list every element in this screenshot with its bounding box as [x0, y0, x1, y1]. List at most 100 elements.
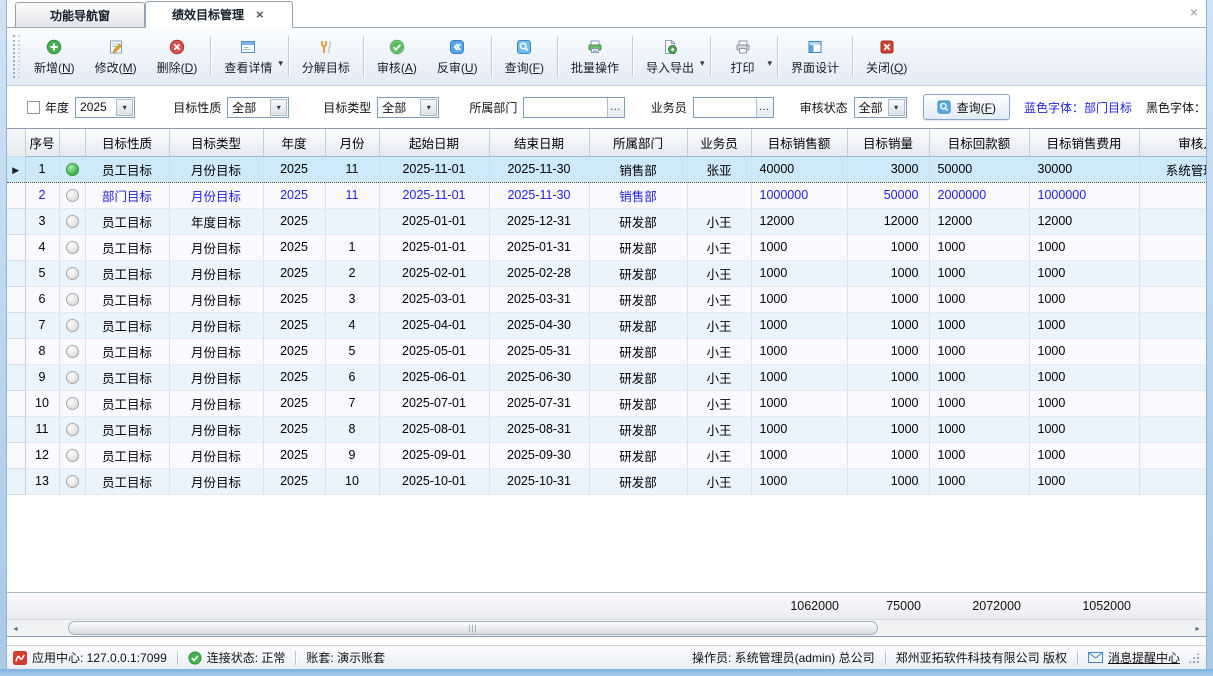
resize-grip[interactable]: [1188, 652, 1200, 664]
query-button[interactable]: 查询(F): [495, 31, 554, 82]
window-close-icon[interactable]: ×: [1190, 4, 1198, 20]
unaudit-button[interactable]: 反审(U): [427, 31, 488, 82]
delete-button[interactable]: 删除(D): [147, 31, 208, 82]
message-center-link[interactable]: 消息提醒中心: [1108, 649, 1180, 666]
table-row[interactable]: 12员工目标月份目标202592025-09-012025-09-30研发部小王…: [7, 442, 1206, 468]
toolbar-separator: [852, 36, 853, 77]
ui-design-button[interactable]: 界面设计: [781, 31, 849, 82]
table-row[interactable]: 9员工目标月份目标202562025-06-012025-06-30研发部小王1…: [7, 364, 1206, 390]
table-row[interactable]: 11员工目标月份目标202582025-08-012025-08-31研发部小王…: [7, 416, 1206, 442]
audit-status-select[interactable]: 全部 ▾: [854, 97, 907, 118]
table-row[interactable]: ▶1员工目标月份目标2025112025-11-012025-11-30销售部张…: [7, 156, 1206, 182]
col-header-collection[interactable]: 目标回款额: [929, 129, 1029, 156]
cell-auditor: [1139, 312, 1206, 338]
target-type-select[interactable]: 全部 ▾: [377, 97, 439, 118]
table-row[interactable]: 6员工目标月份目标202532025-03-012025-03-31研发部小王1…: [7, 286, 1206, 312]
scroll-right-icon[interactable]: ▸: [1189, 620, 1206, 636]
row-selector[interactable]: [7, 260, 25, 286]
row-selector[interactable]: [7, 182, 25, 208]
audit-button[interactable]: 审核(A): [367, 31, 427, 82]
edit-button[interactable]: 修改(M): [85, 31, 147, 82]
row-selector[interactable]: [7, 208, 25, 234]
row-selector[interactable]: [7, 442, 25, 468]
row-selector[interactable]: [7, 338, 25, 364]
row-selector[interactable]: [7, 416, 25, 442]
row-selector[interactable]: [7, 468, 25, 494]
cell-dept: 研发部: [589, 442, 687, 468]
col-header-seq[interactable]: 序号: [25, 129, 59, 156]
table-row[interactable]: 7员工目标月份目标202542025-04-012025-04-30研发部小王1…: [7, 312, 1206, 338]
col-header-salesman[interactable]: 业务员: [687, 129, 751, 156]
col-header-status[interactable]: [59, 129, 85, 156]
table-row[interactable]: 8员工目标月份目标202552025-05-012025-05-31研发部小王1…: [7, 338, 1206, 364]
printer-icon: [735, 38, 751, 56]
chevron-down-icon[interactable]: ▾: [768, 58, 773, 69]
cell-nature: 员工目标: [85, 364, 169, 390]
scrollbar-thumb[interactable]: |||: [68, 621, 878, 635]
cell-collection: 1000: [929, 468, 1029, 494]
batch-operation-button[interactable]: 批量操作: [561, 31, 629, 82]
horizontal-scrollbar[interactable]: ◂ ||| ▸: [7, 619, 1206, 636]
cell-dept: 研发部: [589, 364, 687, 390]
table-row[interactable]: 10员工目标月份目标202572025-07-012025-07-31研发部小王…: [7, 390, 1206, 416]
col-header-dept[interactable]: 所属部门: [589, 129, 687, 156]
salesman-input[interactable]: …: [693, 97, 774, 118]
row-selector[interactable]: [7, 234, 25, 260]
col-header-year[interactable]: 年度: [263, 129, 325, 156]
table-row[interactable]: 5员工目标月份目标202522025-02-012025-02-28研发部小王1…: [7, 260, 1206, 286]
tab-function-nav[interactable]: 功能导航窗: [15, 2, 145, 27]
target-nature-select[interactable]: 全部 ▾: [227, 97, 289, 118]
year-checkbox[interactable]: [27, 101, 40, 114]
cell-dept: 研发部: [589, 286, 687, 312]
row-selector[interactable]: [7, 312, 25, 338]
print-button[interactable]: 打印: [714, 36, 772, 78]
chevron-down-icon[interactable]: ▾: [420, 99, 437, 116]
row-selector[interactable]: [7, 390, 25, 416]
close-button[interactable]: 关闭(Q): [856, 31, 917, 82]
scroll-left-icon[interactable]: ◂: [7, 620, 24, 636]
col-header-auditor[interactable]: 审核人: [1139, 129, 1206, 156]
col-header-start-date[interactable]: 起始日期: [379, 129, 489, 156]
chevron-down-icon[interactable]: ▾: [278, 58, 283, 69]
col-header-type[interactable]: 目标类型: [169, 129, 263, 156]
row-selector[interactable]: ▶: [7, 156, 25, 182]
cell-expense: 1000: [1029, 468, 1139, 494]
col-header-sales-amount[interactable]: 目标销售额: [751, 129, 847, 156]
account-set-text: 账套: 演示账套: [306, 649, 385, 666]
chevron-down-icon[interactable]: ▾: [888, 99, 905, 116]
dept-label: 所属部门: [469, 99, 517, 116]
chevron-down-icon[interactable]: ▾: [116, 99, 133, 116]
col-header-sales-qty[interactable]: 目标销量: [847, 129, 929, 156]
chevron-down-icon[interactable]: ▾: [270, 99, 287, 116]
col-header-end-date[interactable]: 结束日期: [489, 129, 589, 156]
cell-expense: 1000: [1029, 234, 1139, 260]
table-row[interactable]: 4员工目标月份目标202512025-01-012025-01-31研发部小王1…: [7, 234, 1206, 260]
search-icon: [516, 38, 532, 56]
tab-performance-targets[interactable]: 绩效目标管理 ×: [145, 1, 293, 28]
scrollbar-track[interactable]: |||: [24, 620, 1189, 636]
cell-salesman: 小王: [687, 442, 751, 468]
table-row[interactable]: 13员工目标月份目标2025102025-10-012025-10-31研发部小…: [7, 468, 1206, 494]
tab-close-icon[interactable]: ×: [254, 7, 266, 22]
year-select[interactable]: 2025 ▾: [75, 97, 135, 118]
col-header-month[interactable]: 月份: [325, 129, 379, 156]
table-row[interactable]: 3员工目标年度目标20252025-01-012025-12-31研发部小王12…: [7, 208, 1206, 234]
cell-nature: 员工目标: [85, 312, 169, 338]
row-selector[interactable]: [7, 364, 25, 390]
search-button[interactable]: 查询(F): [923, 94, 1010, 120]
table-row[interactable]: 2部门目标月份目标2025112025-11-012025-11-30销售部10…: [7, 182, 1206, 208]
ellipsis-browse-icon[interactable]: …: [756, 98, 773, 117]
col-header-expense[interactable]: 目标销售费用: [1029, 129, 1139, 156]
view-detail-button[interactable]: 查看详情: [214, 36, 282, 78]
cell-start-date: 2025-11-01: [379, 156, 489, 182]
col-header-nature[interactable]: 目标性质: [85, 129, 169, 156]
chevron-down-icon[interactable]: ▾: [700, 58, 705, 69]
import-export-button[interactable]: 导入导出: [636, 36, 704, 78]
add-button[interactable]: 新增(N): [24, 31, 85, 82]
toolbar-drag-handle[interactable]: [13, 35, 20, 78]
decompose-target-button[interactable]: 分解目标: [292, 31, 360, 82]
dept-input[interactable]: …: [523, 97, 624, 118]
ellipsis-browse-icon[interactable]: …: [607, 98, 624, 117]
cell-nature: 员工目标: [85, 208, 169, 234]
row-selector[interactable]: [7, 286, 25, 312]
